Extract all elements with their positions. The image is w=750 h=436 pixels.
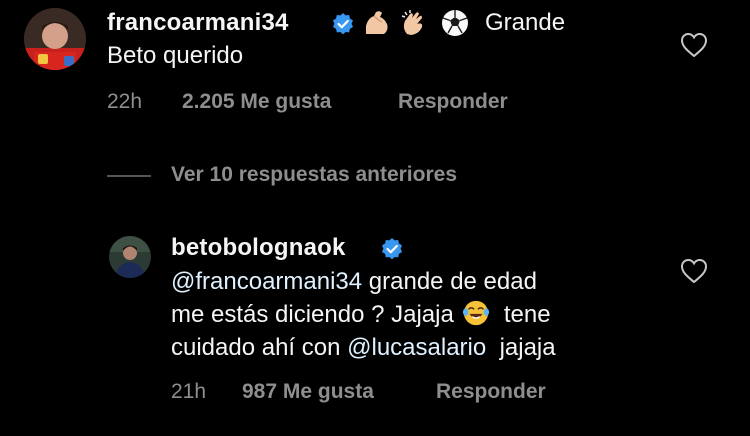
reply-button[interactable]: Responder [436, 380, 546, 404]
avatar-image [109, 236, 151, 278]
reply-text-segment: cuidado ahí con [171, 334, 348, 361]
comment-timestamp: 22h [107, 90, 143, 113]
like-heart-icon[interactable] [680, 258, 708, 284]
reply-likes-count[interactable]: 987 Me gusta [242, 380, 374, 404]
reply-text-line1: @francoarmani34 grande de edad [171, 266, 537, 298]
like-heart-icon[interactable] [680, 32, 708, 58]
clapping-hands-icon [401, 10, 423, 35]
avatar-francoarmani34[interactable] [24, 8, 86, 70]
reply-text-line3: cuidado ahí con @lucasalario jajaja [171, 332, 556, 364]
mention-lucasalario[interactable]: @lucasalario [347, 334, 486, 361]
reply-text-segment: tene [490, 301, 551, 328]
verified-badge-icon [382, 238, 402, 260]
comment-likes-count[interactable]: 2.205 Me gusta [182, 90, 331, 114]
flexed-biceps-icon [366, 11, 388, 34]
reply-text-segment: grande de edad [362, 268, 537, 295]
reply-text-segment: me estás diciendo ? Jajaja [171, 301, 461, 328]
comment-text-line2: Beto querido [107, 42, 244, 69]
avatar-image [24, 8, 86, 70]
reply-button[interactable]: Responder [398, 90, 508, 114]
reply-text-segment: jajaja [486, 334, 556, 361]
reply-username[interactable]: betobolognaok [171, 234, 346, 261]
comment-username[interactable]: francoarmani34 [107, 9, 289, 36]
laughing-tears-emoji-icon [462, 300, 489, 326]
reply-timestamp: 21h [171, 380, 207, 403]
reply-text-line2: me estás diciendo ? Jajaja tene [171, 299, 551, 331]
avatar-betobolognaok[interactable] [109, 236, 151, 278]
comment-text-line1: Grande [485, 9, 566, 36]
soccer-ball-icon [442, 10, 468, 36]
verified-badge-icon [333, 13, 353, 35]
replies-divider [107, 175, 151, 177]
view-previous-replies-button[interactable]: Ver 10 respuestas anteriores [171, 163, 457, 187]
mention-francoarmani34[interactable]: @francoarmani34 [171, 268, 362, 295]
